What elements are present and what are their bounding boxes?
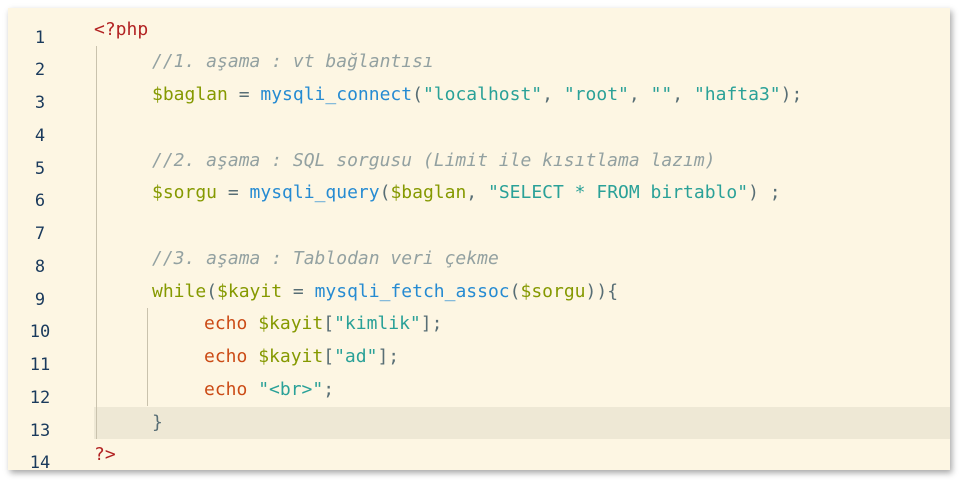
variable: $sorgu: [520, 281, 586, 302]
punctuation: ) ;: [748, 182, 781, 203]
code-line-2: //1. aşama : vt bağlantısı: [152, 46, 950, 78]
line-number: 2: [34, 60, 46, 80]
operator: =: [227, 84, 261, 105]
indent-guide: [96, 46, 97, 439]
line-number: 8: [34, 257, 46, 277]
function-name: mysqli_connect: [260, 84, 413, 105]
punctuation: )){: [585, 281, 619, 302]
line-number: 5: [34, 159, 46, 179]
line-number: 13: [29, 421, 51, 441]
keyword: echo: [204, 379, 248, 400]
line-number: 3: [34, 93, 46, 113]
indent-guide: [147, 308, 148, 406]
string: "<br>": [258, 379, 324, 400]
php-close-tag: ?>: [94, 444, 116, 465]
code-line-6: $sorgu = mysqli_query($baglan, "SELECT *…: [152, 177, 950, 209]
punctuation: (: [206, 281, 218, 302]
code-line-13: }: [152, 407, 950, 439]
variable: $kayit: [258, 346, 324, 367]
line-number: 9: [34, 290, 46, 310]
line-number: 12: [29, 388, 51, 408]
variable: $baglan: [390, 182, 467, 203]
punctuation: );: [780, 84, 803, 105]
code-area[interactable]: <?php //1. aşama : vt bağlantısı $baglan…: [72, 8, 950, 470]
comment: //1. aşama : vt bağlantısı: [152, 51, 434, 72]
punctuation: (: [412, 84, 423, 105]
operator: =: [282, 281, 315, 302]
variable: $kayit: [217, 281, 283, 302]
punctuation: ,: [672, 84, 694, 105]
variable: $baglan: [152, 84, 228, 105]
code-line-9: while($kayit = mysqli_fetch_assoc($sorgu…: [152, 276, 950, 308]
punctuation: [: [323, 313, 335, 334]
code-line-8: //3. aşama : Tablodan veri çekme: [152, 243, 950, 275]
code-line-1: <?php: [94, 14, 950, 46]
code-line-5: //2. aşama : SQL sorgusu (Limit ile kısı…: [152, 145, 950, 177]
punctuation: ,: [542, 84, 564, 105]
punctuation: (: [509, 281, 521, 302]
code-line-11: echo $kayit["ad"];: [204, 341, 950, 373]
line-number: 14: [29, 453, 51, 470]
line-number: 10: [29, 322, 51, 342]
punctuation: ,: [628, 84, 651, 105]
string: "root": [563, 84, 629, 105]
comment: //3. aşama : Tablodan veri çekme: [152, 248, 499, 269]
punctuation: ,: [466, 182, 488, 203]
line-number: 11: [29, 355, 51, 375]
variable: $sorgu: [152, 182, 218, 203]
code-line-10: echo $kayit["kimlik"];: [204, 308, 950, 340]
string: "kimlik": [334, 313, 421, 334]
line-number: 1: [34, 28, 46, 48]
keyword: while: [152, 281, 207, 302]
line-number-gutter: 1 2 3 4 5 6 7 8 9 10 11 12 13 14: [8, 8, 72, 470]
code-line-14: ?>: [94, 439, 950, 470]
code-editor[interactable]: 1 2 3 4 5 6 7 8 9 10 11 12 13 14 <?php /…: [8, 8, 950, 470]
punctuation: ];: [420, 313, 443, 334]
punctuation: ;: [323, 379, 335, 400]
operator: =: [217, 182, 250, 203]
php-open-tag: <?php: [94, 19, 149, 40]
punctuation: ];: [377, 346, 400, 367]
string: "localhost": [422, 84, 543, 105]
string: "SELECT * FROM birtablo": [487, 182, 749, 203]
line-number: 7: [34, 224, 46, 244]
comment: //2. aşama : SQL sorgusu (Limit ile kısı…: [152, 150, 716, 171]
closing-brace: }: [152, 412, 163, 433]
string: "": [650, 84, 673, 105]
function-name: mysqli_query: [249, 182, 380, 203]
line-number: 4: [34, 126, 46, 146]
function-name: mysqli_fetch_assoc: [314, 281, 510, 302]
code-line-12: echo "<br>";: [204, 374, 950, 406]
keyword: echo: [204, 346, 248, 367]
punctuation: [: [323, 346, 335, 367]
line-number: 6: [34, 191, 46, 211]
code-line-3: $baglan = mysqli_connect("localhost", "r…: [152, 79, 950, 111]
keyword: echo: [204, 313, 248, 334]
punctuation: (: [379, 182, 391, 203]
string: "ad": [334, 346, 378, 367]
string: "hafta3": [693, 84, 781, 105]
variable: $kayit: [258, 313, 324, 334]
